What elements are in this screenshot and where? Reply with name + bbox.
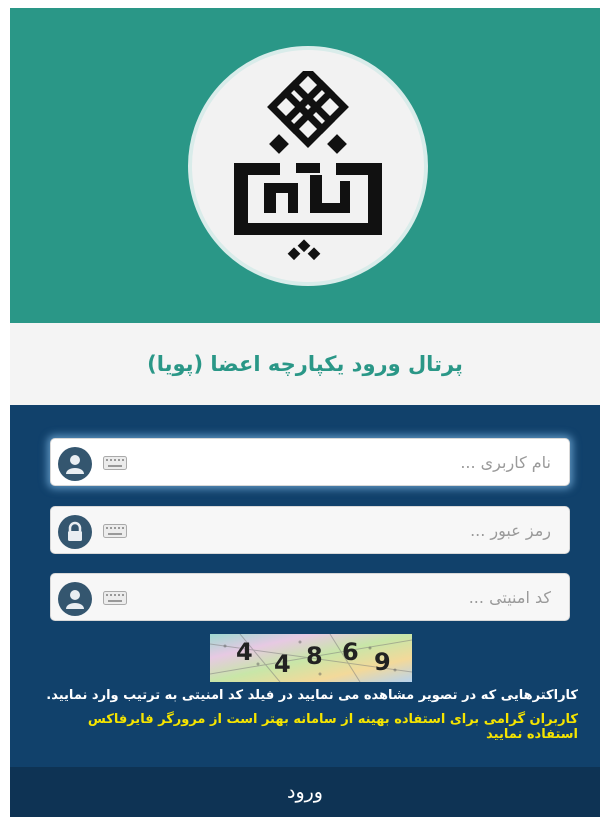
lock-icon <box>58 515 92 549</box>
password-field[interactable] <box>50 506 570 554</box>
captcha-code-field[interactable] <box>50 573 570 621</box>
username-input[interactable] <box>141 439 551 485</box>
login-button[interactable]: ورود <box>10 767 600 817</box>
header-banner <box>10 8 600 323</box>
title-band: پرتال ورود یکپارچه اعضا (پویا) <box>10 323 600 405</box>
captcha-char: 4 <box>236 638 253 666</box>
captcha-code-input[interactable] <box>141 574 551 620</box>
captcha-char: 4 <box>274 650 291 678</box>
browser-notice: کاربران گرامی برای استفاده بهینه از ساما… <box>87 712 578 742</box>
university-logo-icon <box>234 71 382 261</box>
logo-badge <box>188 46 428 286</box>
password-input[interactable] <box>141 507 551 553</box>
captcha-instruction: کاراکترهایی که در تصویر مشاهده می نمایید… <box>46 688 578 703</box>
captcha-char: 6 <box>342 638 359 666</box>
user-icon <box>58 582 92 616</box>
page-title: پرتال ورود یکپارچه اعضا (پویا) <box>147 352 463 376</box>
captcha-char: 9 <box>374 648 391 676</box>
keyboard-icon[interactable] <box>103 524 127 538</box>
keyboard-icon[interactable] <box>103 591 127 605</box>
username-field[interactable] <box>50 438 570 486</box>
captcha-image[interactable]: 4 4 8 6 9 <box>210 634 412 682</box>
login-card: پرتال ورود یکپارچه اعضا (پویا) نام کاربر… <box>10 8 600 817</box>
captcha-char: 8 <box>306 642 323 670</box>
keyboard-icon[interactable] <box>103 456 127 470</box>
user-icon <box>58 447 92 481</box>
